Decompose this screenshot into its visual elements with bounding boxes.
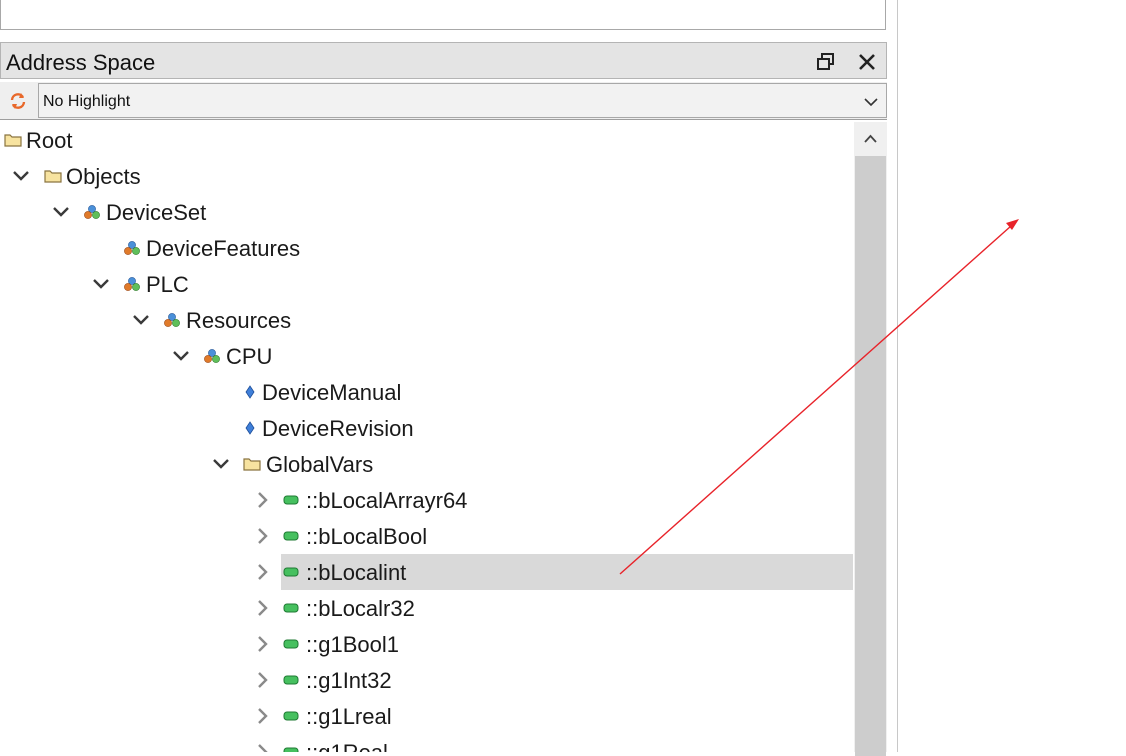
tree-node-variable[interactable]: ::g1Real: [0, 734, 854, 752]
tree-node-label: ::g1Real: [306, 740, 388, 752]
chevron-right-icon[interactable]: [254, 635, 272, 653]
tree-node-label: CPU: [226, 344, 273, 369]
upper-panel-area: [0, 0, 886, 30]
chevron-right-icon[interactable]: [254, 563, 272, 581]
chevron-down-icon[interactable]: [132, 311, 150, 329]
tree-node-label: DeviceSet: [106, 200, 207, 225]
chevron-down-icon[interactable]: [863, 95, 879, 107]
address-space-tree: Root Objects DeviceSet DeviceFeatures PL…: [0, 122, 854, 752]
pane-divider[interactable]: [897, 0, 898, 752]
tree-node-label: ::bLocalr32: [306, 596, 415, 621]
tree-node-globalvars[interactable]: GlobalVars: [0, 446, 854, 482]
tree-node-label: ::g1Lreal: [306, 704, 392, 729]
property-icon: [241, 384, 259, 400]
variable-icon: [282, 564, 300, 580]
chevron-right-icon[interactable]: [254, 707, 272, 725]
variable-icon: [282, 744, 300, 752]
tree-node-label: DeviceFeatures: [146, 236, 301, 261]
variable-icon: [282, 600, 300, 616]
tree-node-plc[interactable]: PLC: [0, 266, 854, 302]
tree-node-label: ::g1Bool1: [306, 632, 399, 657]
tree-node-label: Root: [26, 128, 73, 153]
object-icon: [123, 276, 141, 292]
tree-node-label: Objects: [66, 164, 141, 189]
variable-icon: [282, 528, 300, 544]
tree-node-objects[interactable]: Objects: [0, 158, 854, 194]
chevron-right-icon[interactable]: [254, 743, 272, 752]
folder-icon: [243, 456, 261, 472]
tree-node-variable[interactable]: ::bLocalr32: [0, 590, 854, 626]
tree-node-root[interactable]: Root: [0, 122, 854, 158]
object-icon: [203, 348, 221, 364]
tree-node-label: DeviceManual: [262, 380, 402, 405]
highlight-select[interactable]: No Highlight: [38, 83, 887, 118]
variable-icon: [282, 708, 300, 724]
chevron-down-icon[interactable]: [212, 455, 230, 473]
tree-node-label: ::g1Int32: [306, 668, 392, 693]
address-space-header: Address Space: [0, 42, 887, 79]
tree-node-variable[interactable]: ::g1Int32: [0, 662, 854, 698]
tree-node-variable[interactable]: ::g1Lreal: [0, 698, 854, 734]
scroll-up-icon[interactable]: [854, 122, 887, 156]
chevron-right-icon[interactable]: [254, 671, 272, 689]
tree-node-label: PLC: [146, 272, 189, 297]
refresh-icon[interactable]: [8, 91, 28, 111]
folder-icon: [4, 132, 22, 148]
tree-node-devicemanual[interactable]: DeviceManual: [0, 374, 854, 410]
chevron-right-icon[interactable]: [254, 527, 272, 545]
scrollbar-thumb[interactable]: [855, 156, 886, 756]
close-icon[interactable]: [858, 53, 876, 71]
tree-node-label: ::bLocalint: [306, 560, 407, 585]
tree-node-deviceset[interactable]: DeviceSet: [0, 194, 854, 230]
tree-node-label: ::bLocalArrayr64: [306, 488, 468, 513]
panel-title: Address Space: [6, 50, 156, 75]
chevron-down-icon[interactable]: [52, 203, 70, 221]
tree-node-cpu[interactable]: CPU: [0, 338, 854, 374]
tree-node-label: DeviceRevision: [262, 416, 414, 441]
variable-icon: [282, 636, 300, 652]
tree-node-label: ::bLocalBool: [306, 524, 428, 549]
tree-node-variable[interactable]: ::g1Bool1: [0, 626, 854, 662]
tree-node-label: Resources: [186, 308, 292, 333]
variable-icon: [282, 492, 300, 508]
variable-icon: [282, 672, 300, 688]
highlight-select-value: No Highlight: [43, 93, 131, 110]
tree-node-resources[interactable]: Resources: [0, 302, 854, 338]
tree-node-devicerevision[interactable]: DeviceRevision: [0, 410, 854, 446]
object-icon: [83, 204, 101, 220]
tree-node-variable[interactable]: ::bLocalArrayr64: [0, 482, 854, 518]
tree-node-variable[interactable]: ::bLocalBool: [0, 518, 854, 554]
folder-icon: [44, 168, 62, 184]
tree-node-variable-selected[interactable]: ::bLocalint: [0, 554, 854, 590]
chevron-down-icon[interactable]: [92, 275, 110, 293]
object-icon: [123, 240, 141, 256]
tree-node-devicefeatures[interactable]: DeviceFeatures: [0, 230, 854, 266]
object-icon: [163, 312, 181, 328]
chevron-right-icon[interactable]: [254, 491, 272, 509]
chevron-down-icon[interactable]: [172, 347, 190, 365]
tree-node-label: GlobalVars: [266, 452, 374, 477]
tree-scrollbar[interactable]: [854, 122, 887, 756]
chevron-down-icon[interactable]: [12, 167, 30, 185]
highlight-toolbar: No Highlight: [0, 82, 887, 120]
property-icon: [241, 420, 259, 436]
chevron-right-icon[interactable]: [254, 599, 272, 617]
restore-window-icon[interactable]: [817, 53, 835, 71]
